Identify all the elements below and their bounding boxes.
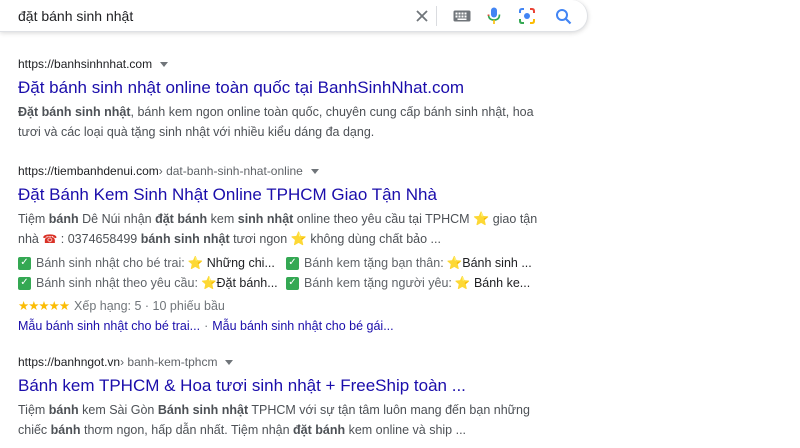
snippet-text: không dùng chất bảo ...: [306, 232, 441, 246]
keyboard-icon[interactable]: [451, 5, 473, 27]
feature-label: Bánh kem tặng bạn thân:: [304, 256, 444, 270]
snippet-text: nhà: [18, 232, 43, 246]
result-snippet: Đặt bánh sinh nhật, bánh kem ngon online…: [18, 102, 578, 142]
result-url-text: https://banhsinhnhat.com: [18, 57, 153, 71]
snippet-text: tươi và các loại quà tặng sinh nhật với …: [18, 125, 375, 139]
result-url: https://tiembanhdenui.com › dat-banh-sin…: [18, 163, 578, 179]
chevron-down-icon[interactable]: [310, 168, 319, 174]
result-title-link[interactable]: Đặt bánh sinh nhật online toàn quốc tại …: [18, 77, 578, 99]
rating-stars-icon: ★★★★★: [18, 299, 70, 313]
snippet-bold: sinh nhật: [237, 212, 294, 226]
snippet-text: tươi ngon: [229, 232, 291, 246]
snippet-bold: bánh: [50, 423, 81, 437]
sitelink-girls[interactable]: Mẫu bánh sinh nhật cho bé gái...: [212, 319, 393, 333]
result-title-link[interactable]: Đặt Bánh Kem Sinh Nhật Online TPHCM Giao…: [18, 184, 578, 206]
feature-item[interactable]: ✓ Bánh kem tặng người yêu: ⭐ Bánh ke...: [286, 273, 536, 293]
feature-value: ⭐Bánh sinh ...: [446, 256, 532, 270]
checkbox-icon: ✓: [18, 276, 31, 290]
rating-row: ★★★★★ Xếp hạng: 5 · 10 phiếu bầu: [18, 296, 578, 316]
search-result: https://banhsinhnhat.com Đặt bánh sinh n…: [18, 56, 578, 142]
feature-item[interactable]: ✓ Bánh kem tặng bạn thân: ⭐Bánh sinh ...: [286, 253, 536, 273]
result-url: https://banhngot.vn › banh-kem-tphcm: [18, 354, 578, 370]
snippet-text: , bánh kem ngon online toàn quốc, chuyên…: [130, 105, 534, 119]
result-title-link[interactable]: Bánh kem TPHCM & Hoa tươi sinh nhật + Fr…: [18, 375, 578, 397]
feature-label: Bánh kem tặng người yêu:: [304, 276, 452, 290]
snippet-bold: bánh sinh nhật: [140, 232, 230, 246]
snippet-text: : 0374658499: [57, 232, 141, 246]
snippet-text: Dê Núi nhận: [78, 212, 156, 226]
snippet-text: online theo yêu cầu tại TPHCM: [293, 212, 474, 226]
snippet-bold: bánh: [48, 212, 79, 226]
result-url-text: https://tiembanhdenui.com: [18, 164, 159, 178]
feature-item[interactable]: ✓ Bánh sinh nhật theo yêu cầu: ⭐Đặt bánh..…: [18, 273, 286, 293]
checkbox-icon: ✓: [18, 256, 31, 270]
microphone-icon[interactable]: [483, 5, 505, 27]
snippet-text: kem online và ship ...: [345, 423, 467, 437]
result-url-path: › banh-kem-tphcm: [120, 355, 218, 369]
result-snippet: Tiệm bánh kem Sài Gòn Bánh sinh nhật TPH…: [18, 400, 578, 440]
camera-lens-icon[interactable]: [516, 5, 538, 27]
snippet-bold: đặt bánh: [155, 212, 208, 226]
chevron-down-icon[interactable]: [160, 61, 169, 67]
checkbox-icon: ✓: [286, 256, 299, 270]
phone-icon: ☎: [42, 232, 58, 246]
snippet-text: giao tận: [489, 212, 538, 226]
search-input[interactable]: [18, 7, 398, 25]
snippet-text: Tiệm: [18, 212, 49, 226]
snippet-bold: Đặt bánh sinh nhật: [18, 105, 131, 119]
snippet-bold: Bánh sinh nhật: [157, 403, 249, 417]
chevron-down-icon[interactable]: [225, 359, 234, 365]
result-url-text: https://banhngot.vn: [18, 355, 121, 369]
feature-list: ✓ Bánh sinh nhật cho bé trai: ⭐ Những chi.…: [18, 253, 578, 293]
snippet-text: TPHCM với sự tận tâm luôn mang đến bạn n…: [248, 403, 530, 417]
snippet-text: kem Sài Gòn: [78, 403, 158, 417]
search-result: https://banhngot.vn › banh-kem-tphcm Bán…: [18, 354, 578, 440]
feature-value: ⭐ Bánh ke...: [454, 276, 531, 290]
close-icon[interactable]: [411, 5, 433, 27]
feature-label: Bánh sinh nhật cho bé trai:: [36, 256, 185, 270]
result-url-path: › dat-banh-sinh-nhat-online: [158, 164, 303, 178]
feature-value: ⭐ Những chi...: [187, 256, 275, 270]
search-icon[interactable]: [552, 5, 574, 27]
snippet-text: kem: [207, 212, 238, 226]
feature-label: Bánh sinh nhật theo yêu cầu:: [36, 276, 198, 290]
search-bar: [0, 0, 588, 32]
search-result: https://tiembanhdenui.com › dat-banh-sin…: [18, 163, 578, 336]
star-icon: ⭐: [473, 211, 490, 226]
sitelink-boys[interactable]: Mẫu bánh sinh nhật cho bé trai...: [18, 319, 200, 333]
snippet-text: Tiệm: [18, 403, 49, 417]
sitelink-separator: ·: [204, 319, 209, 333]
result-url: https://banhsinhnhat.com: [18, 56, 578, 72]
search-bar-divider: [436, 6, 437, 26]
snippet-text: chiếc: [18, 423, 51, 437]
rating-text: Xếp hạng: 5 · 10 phiếu bầu: [74, 299, 225, 313]
feature-item[interactable]: ✓ Bánh sinh nhật cho bé trai: ⭐ Những chi.…: [18, 253, 286, 273]
snippet-bold: đặt bánh: [293, 423, 346, 437]
sitelinks: Mẫu bánh sinh nhật cho bé trai... · Mẫu bá…: [18, 316, 578, 336]
checkbox-icon: ✓: [286, 276, 299, 290]
star-icon: ⭐: [290, 231, 307, 246]
result-snippet: Tiệm bánh Dê Núi nhận đặt bánh kem sinh …: [18, 209, 578, 249]
feature-value: ⭐Đặt bánh...: [200, 276, 278, 290]
snippet-text: thơm ngon, hấp dẫn nhất. Tiệm nhận: [80, 423, 294, 437]
snippet-bold: bánh: [48, 403, 79, 417]
